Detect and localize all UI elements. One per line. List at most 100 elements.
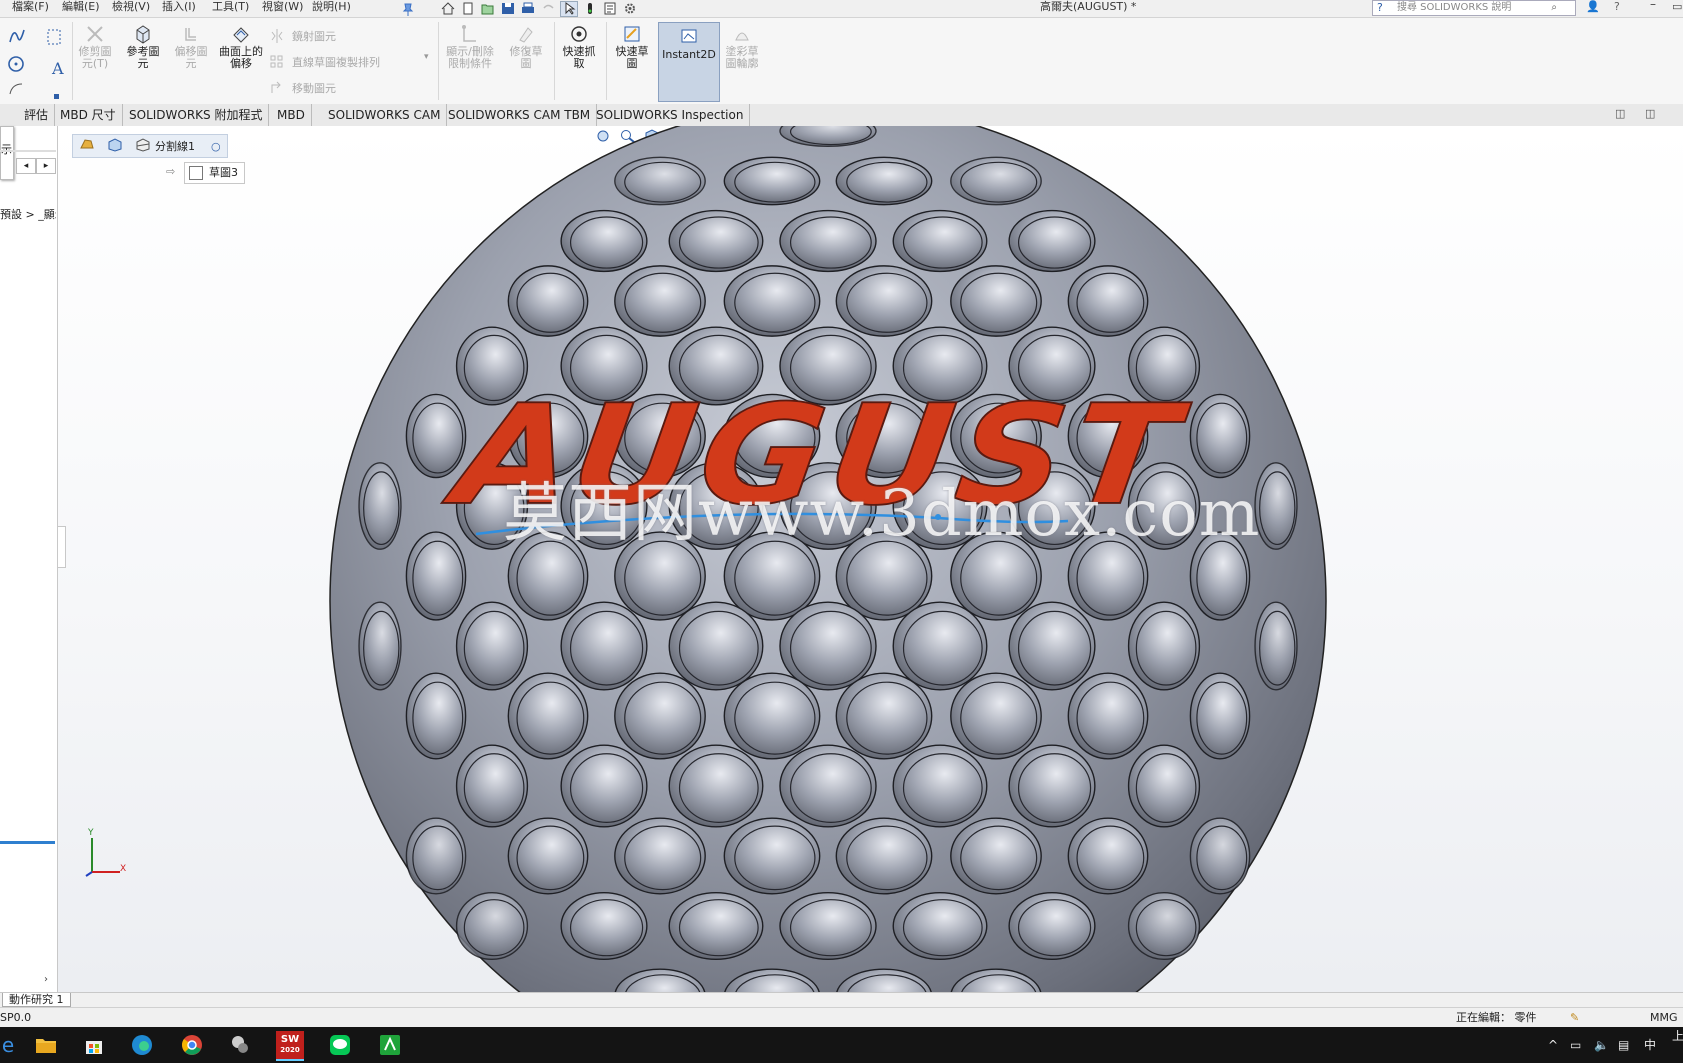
- menu-tools[interactable]: 工具(T): [212, 0, 249, 17]
- tab-mbd-dimensions[interactable]: MBD 尺寸: [54, 104, 123, 126]
- rapid-sketch-button[interactable]: 快速草圖: [612, 22, 652, 70]
- convert-entities-button[interactable]: 參考圖元: [122, 22, 164, 70]
- search-icon[interactable]: ⌕: [1551, 1, 1557, 14]
- dimple: [779, 601, 877, 691]
- golf-ball-model[interactable]: [58, 126, 1683, 992]
- edge-icon[interactable]: [128, 1031, 156, 1059]
- search-placeholder: 搜尋 SOLIDWORKS 說明: [1397, 2, 1512, 13]
- menu-insert[interactable]: 插入(I): [162, 0, 196, 17]
- breadcrumb-sketch[interactable]: 草圖3: [184, 162, 245, 184]
- help-menu-icon[interactable]: ?: [1614, 0, 1620, 13]
- tab-mbd[interactable]: MBD: [271, 104, 312, 126]
- tab-motion-study-1[interactable]: 動作研究 1: [2, 993, 71, 1007]
- dimple: [507, 817, 589, 895]
- app-8-icon[interactable]: [376, 1031, 404, 1059]
- solidworks-icon[interactable]: SW 2020: [276, 1031, 304, 1061]
- print-icon[interactable]: [520, 2, 536, 16]
- body-breadcrumb-icon[interactable]: [107, 137, 123, 155]
- network-icon[interactable]: ▭: [1570, 1027, 1581, 1063]
- tray-chevron-icon[interactable]: ^: [1548, 1027, 1558, 1063]
- home-icon[interactable]: [440, 2, 456, 16]
- panel-scroll-arrows: ◂ ▸: [16, 158, 56, 174]
- offset-on-surface-button[interactable]: 曲面上的偏移: [218, 22, 264, 70]
- rebuild-status-icon[interactable]: ✎: [1570, 1008, 1579, 1028]
- shaded-sketch-contours-button[interactable]: 塗彩草圖輪廓: [722, 22, 762, 70]
- move-icon: [270, 81, 284, 95]
- dimple: [950, 672, 1042, 760]
- rapid-sketch-label: 快速草圖: [615, 45, 649, 70]
- tab-evaluate[interactable]: 評估: [0, 104, 55, 126]
- trim-icon: [83, 22, 107, 46]
- file-explorer-icon[interactable]: [32, 1031, 60, 1059]
- volume-icon[interactable]: 🔈: [1594, 1027, 1609, 1063]
- ime-indicator[interactable]: 中: [1644, 1027, 1656, 1063]
- chevron-right-icon[interactable]: ›: [44, 974, 48, 985]
- breadcrumb-more-icon[interactable]: ○: [211, 140, 221, 153]
- repair-sketch-icon: [514, 22, 538, 46]
- separator: [554, 22, 555, 100]
- menu-edit[interactable]: 編輯(E): [62, 0, 100, 17]
- part-breadcrumb-icon[interactable]: [79, 138, 95, 155]
- chevron-down-icon[interactable]: ▾: [424, 52, 429, 62]
- dimple: [614, 265, 706, 337]
- watermark-text: 莫西网www.3dmox.com: [503, 477, 1261, 551]
- shaded-sketch-icon: [730, 22, 754, 46]
- restore-icon[interactable]: ▭: [1672, 0, 1682, 13]
- save-icon[interactable]: [500, 2, 516, 16]
- move-entities-button[interactable]: 移動圖元: [270, 80, 336, 96]
- offset-entities-button[interactable]: 偏移圖元: [170, 22, 212, 70]
- offset-on-surface-label: 曲面上的偏移: [219, 45, 263, 70]
- collapse-panel-icon[interactable]: ◫: [1645, 107, 1655, 120]
- notification-icon[interactable]: ▤: [1618, 1027, 1629, 1063]
- rebuild-icon[interactable]: [582, 2, 598, 16]
- minimize-icon[interactable]: –: [1650, 0, 1656, 11]
- trim-entities-button[interactable]: 修剪圖元(T): [74, 22, 116, 70]
- scroll-right-icon[interactable]: ▸: [36, 158, 56, 174]
- help-icon: ?: [1377, 1, 1383, 14]
- graphics-area[interactable]: AUGUST 分割線1 ○ ⇨ 草圖3 莫西网www.3dmox.com Y X: [58, 126, 1683, 992]
- options-gear-icon[interactable]: [622, 2, 638, 16]
- app-5-icon[interactable]: [226, 1031, 254, 1059]
- file-properties-icon[interactable]: [602, 2, 618, 16]
- open-icon[interactable]: [480, 2, 496, 16]
- tab-solidworks-cam[interactable]: SOLIDWORKS CAM: [322, 104, 448, 126]
- scroll-left-icon[interactable]: ◂: [16, 158, 36, 174]
- quick-snaps-button[interactable]: 快速抓取: [558, 22, 600, 70]
- chrome-icon[interactable]: [178, 1031, 206, 1059]
- search-input[interactable]: ? 搜尋 SOLIDWORKS 說明 ⌕: [1372, 0, 1576, 16]
- store-icon[interactable]: [80, 1031, 108, 1059]
- user-icon[interactable]: 👤: [1586, 0, 1600, 13]
- undo-icon[interactable]: [540, 2, 556, 16]
- dimple: [668, 891, 764, 961]
- dimple: [1127, 891, 1201, 961]
- dimple: [950, 156, 1042, 206]
- expand-panel-icon[interactable]: ◫: [1615, 107, 1625, 120]
- tab-solidworks-addins[interactable]: SOLIDWORKS 附加程式: [123, 104, 270, 126]
- menu-window[interactable]: 視窗(W): [262, 0, 303, 17]
- panel-splitter[interactable]: [0, 841, 55, 844]
- tab-solidworks-cam-tbm[interactable]: SOLIDWORKS CAM TBM: [442, 104, 598, 126]
- clock[interactable]: 上: [1672, 1027, 1683, 1063]
- instant2d-button[interactable]: Instant2D: [658, 22, 720, 102]
- line-icon[interactable]: [326, 1031, 354, 1059]
- new-document-icon[interactable]: [460, 2, 476, 16]
- breadcrumb-feature[interactable]: 分割線1: [155, 138, 195, 154]
- linear-pattern-button[interactable]: 直線草圖複製排列: [270, 54, 380, 70]
- menu-file[interactable]: 檔案(F): [12, 0, 49, 17]
- tab-solidworks-inspection[interactable]: SOLIDWORKS Inspection: [590, 104, 751, 126]
- dimple: [507, 265, 589, 337]
- linear-pattern-icon: [270, 55, 284, 69]
- display-delete-relations-button[interactable]: 顯示/刪除限制條件: [442, 22, 498, 70]
- edge-partial-icon[interactable]: e: [0, 1031, 22, 1059]
- units-indicator[interactable]: MMG: [1650, 1008, 1678, 1028]
- relations-icon: [458, 22, 482, 46]
- dimple: [560, 601, 648, 691]
- menu-view[interactable]: 檢視(V): [112, 0, 150, 17]
- instant2d-label: Instant2D: [662, 48, 716, 61]
- select-arrow-icon[interactable]: [560, 0, 578, 17]
- menu-help[interactable]: 說明(H): [312, 0, 351, 17]
- pin-icon[interactable]: [400, 2, 416, 16]
- flyout-tab[interactable]: 示: [0, 126, 14, 180]
- mirror-entities-button[interactable]: 鏡射圖元: [270, 28, 336, 44]
- repair-sketch-button[interactable]: 修復草圖: [506, 22, 546, 70]
